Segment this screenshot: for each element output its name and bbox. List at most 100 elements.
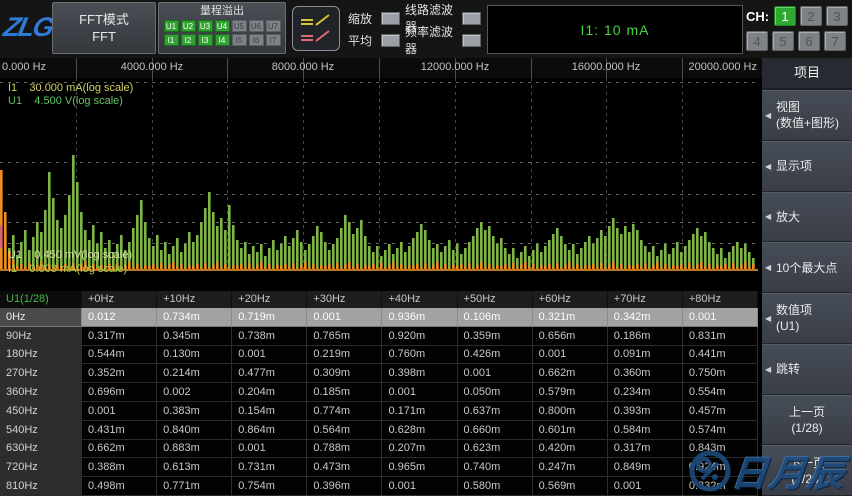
channel-button-5[interactable]: 5 — [772, 31, 794, 51]
table-row[interactable]: 90Hz0.317m0.345m0.738m0.765m0.920m0.359m… — [0, 327, 758, 346]
table-cell: 0.574m — [683, 421, 758, 440]
table-cell: 0.214m — [157, 364, 232, 383]
table-cell: 0.001 — [382, 477, 457, 496]
table-cell: 0.754m — [232, 477, 307, 496]
axis-tick-label: 8000.000 Hz — [272, 61, 334, 73]
table-cell: 0.360m — [608, 364, 683, 383]
chevron-left-icon: ◀ — [765, 111, 771, 120]
row-label: 630Hz — [0, 440, 82, 459]
sidebar-item-numeric-item[interactable]: ◀数值项(U1) — [762, 293, 852, 344]
chevron-left-icon: ◀ — [765, 212, 771, 221]
table-cell: 0.800m — [533, 402, 608, 421]
table-cell: 0.864m — [232, 421, 307, 440]
axis-tick — [682, 58, 683, 78]
table-cell: 0.352m — [82, 364, 157, 383]
table-row[interactable]: 810Hz0.498m0.771m0.754m0.396m0.0010.580m… — [0, 477, 758, 496]
table-cell: 0.849m — [608, 458, 683, 477]
table-row[interactable]: 180Hz0.544m0.130m0.0010.219m0.760m0.426m… — [0, 346, 758, 365]
wiring-icon — [293, 7, 339, 50]
axis-tick — [227, 58, 228, 78]
spectrum-plot: I1 30.000 mA(log scale)U1 4.500 V(log sc… — [0, 78, 762, 291]
overflow-indicator-u4: U4 — [215, 20, 230, 32]
table-cell: 0.001 — [307, 308, 382, 327]
table-cell: 0.130m — [157, 346, 232, 365]
sidebar-item-display-items[interactable]: ◀显示项 — [762, 141, 852, 192]
sidebar-item-label: 显示项 — [776, 158, 812, 174]
table-row[interactable]: 540Hz0.431m0.840m0.864m0.564m0.628m0.660… — [0, 421, 758, 440]
voltage-overflow-indicators: U1U2U3U4U5U6U7 — [159, 20, 285, 32]
wiring-diagram-button[interactable] — [292, 6, 340, 51]
channel-button-4[interactable]: 4 — [746, 31, 768, 51]
channel-button-1[interactable]: 1 — [774, 6, 796, 26]
filter-toggles: 缩放线路滤波器 平均频率滤波器 — [348, 7, 481, 51]
current-overflow-indicators: I1I2I3I4I5I6I7 — [159, 34, 285, 46]
row-label: 540Hz — [0, 421, 82, 440]
sidebar-item-view[interactable]: ◀视图(数值+图形) — [762, 90, 852, 141]
table-row[interactable]: 270Hz0.352m0.214m0.477m0.309m0.398m0.001… — [0, 364, 758, 383]
table-cell: 0.207m — [382, 440, 457, 459]
table-row[interactable]: 360Hz0.696m0.0020.204m0.185m0.0010.050m0… — [0, 383, 758, 402]
range-overflow-title: 量程溢出 — [159, 5, 285, 18]
range-overflow-panel: 量程溢出 U1U2U3U4U5U6U7 I1I2I3I4I5I6I7 — [158, 2, 286, 54]
overflow-indicator-u6: U6 — [249, 20, 264, 32]
sidebar-item-line1: 10个最大点 — [776, 260, 837, 276]
overflow-indicator-i7: I7 — [266, 34, 281, 46]
toggle-label: 平均 — [348, 32, 376, 49]
table-cell: 0.498m — [82, 477, 157, 496]
sidebar-item-zoom-in[interactable]: ◀放大 — [762, 192, 852, 243]
harmonics-table: U1(1/28)+0Hz+10Hz+20Hz+30Hz+40Hz+50Hz+60… — [0, 291, 758, 496]
channel-button-6[interactable]: 6 — [798, 31, 820, 51]
chevron-left-icon: ◀ — [765, 263, 771, 272]
table-row[interactable]: 450Hz0.0010.383m0.154m0.774m0.171m0.637m… — [0, 402, 758, 421]
table-cell: 0.774m — [307, 402, 382, 421]
table-cell: 0.002 — [157, 383, 232, 402]
scale-label-bottom-i1: I1 0.003 mA(log scale) — [8, 263, 127, 275]
overflow-indicator-u1: U1 — [164, 20, 179, 32]
table-row[interactable]: 630Hz0.662m0.883m0.0010.788m0.207m0.623m… — [0, 440, 758, 459]
channel-label: CH: — [746, 9, 769, 24]
table-cell: 0.637m — [458, 402, 533, 421]
table-cell: 0.731m — [232, 458, 307, 477]
channel-button-7[interactable]: 7 — [824, 31, 846, 51]
sidebar-item-line1: 显示项 — [776, 158, 812, 174]
table-row[interactable]: 720Hz0.388m0.613m0.731m0.473m0.965m0.740… — [0, 458, 758, 477]
fft-sub-label: FFT — [92, 30, 116, 44]
table-cell: 0.154m — [232, 402, 307, 421]
row-label: 270Hz — [0, 364, 82, 383]
table-cell: 0.001 — [82, 402, 157, 421]
sidebar-item-line1: 上一页 — [762, 404, 852, 420]
table-cell: 0.186m — [608, 327, 683, 346]
table-cell: 0.840m — [157, 421, 232, 440]
channel-button-2[interactable]: 2 — [800, 6, 822, 26]
table-cell: 0.734m — [157, 308, 232, 327]
sidebar-item-top10-points[interactable]: ◀ 10个最大点 — [762, 242, 852, 293]
column-header: +60Hz — [533, 291, 608, 308]
checkbox-平均[interactable] — [381, 34, 400, 47]
sidebar-item-jump[interactable]: ◀跳转 — [762, 344, 852, 395]
axis-tick-label: 12000.000 Hz — [421, 61, 490, 73]
toggle-label: 缩放 — [348, 10, 376, 27]
axis-tick-label: 4000.000 Hz — [121, 61, 183, 73]
checkbox-缩放[interactable] — [381, 12, 400, 25]
table-cell: 0.234m — [608, 383, 683, 402]
table-cell: 0.426m — [458, 346, 533, 365]
table-row[interactable]: 0Hz0.0120.734m0.719m0.0010.936m0.106m0.3… — [0, 308, 758, 327]
column-header: +20Hz — [232, 291, 307, 308]
toggle-label: 频率滤波器 — [405, 23, 457, 57]
table-cell: 0.920m — [382, 327, 457, 346]
menu-sidebar: 项目 ◀视图(数值+图形)◀显示项◀放大◀10个最大点◀数值项(U1)◀跳转上一… — [762, 58, 852, 496]
table-cell: 0.317m — [608, 440, 683, 459]
column-header: +0Hz — [82, 291, 157, 308]
table-cell: 0.719m — [232, 308, 307, 327]
table-cell: 0.001 — [382, 383, 457, 402]
sidebar-item-next-page[interactable]: 下一页(1/28) — [762, 445, 852, 496]
overflow-indicator-i6: I6 — [249, 34, 264, 46]
fft-mode-button[interactable]: FFT模式 FFT — [52, 2, 156, 54]
checkbox-线路滤波器[interactable] — [462, 12, 481, 25]
checkbox-频率滤波器[interactable] — [462, 34, 481, 47]
sidebar-item-prev-page[interactable]: 上一页(1/28) — [762, 395, 852, 446]
table-cell: 0.628m — [382, 421, 457, 440]
table-cell: 0.106m — [458, 308, 533, 327]
channel-button-3[interactable]: 3 — [826, 6, 848, 26]
overflow-indicator-i3: I3 — [198, 34, 213, 46]
